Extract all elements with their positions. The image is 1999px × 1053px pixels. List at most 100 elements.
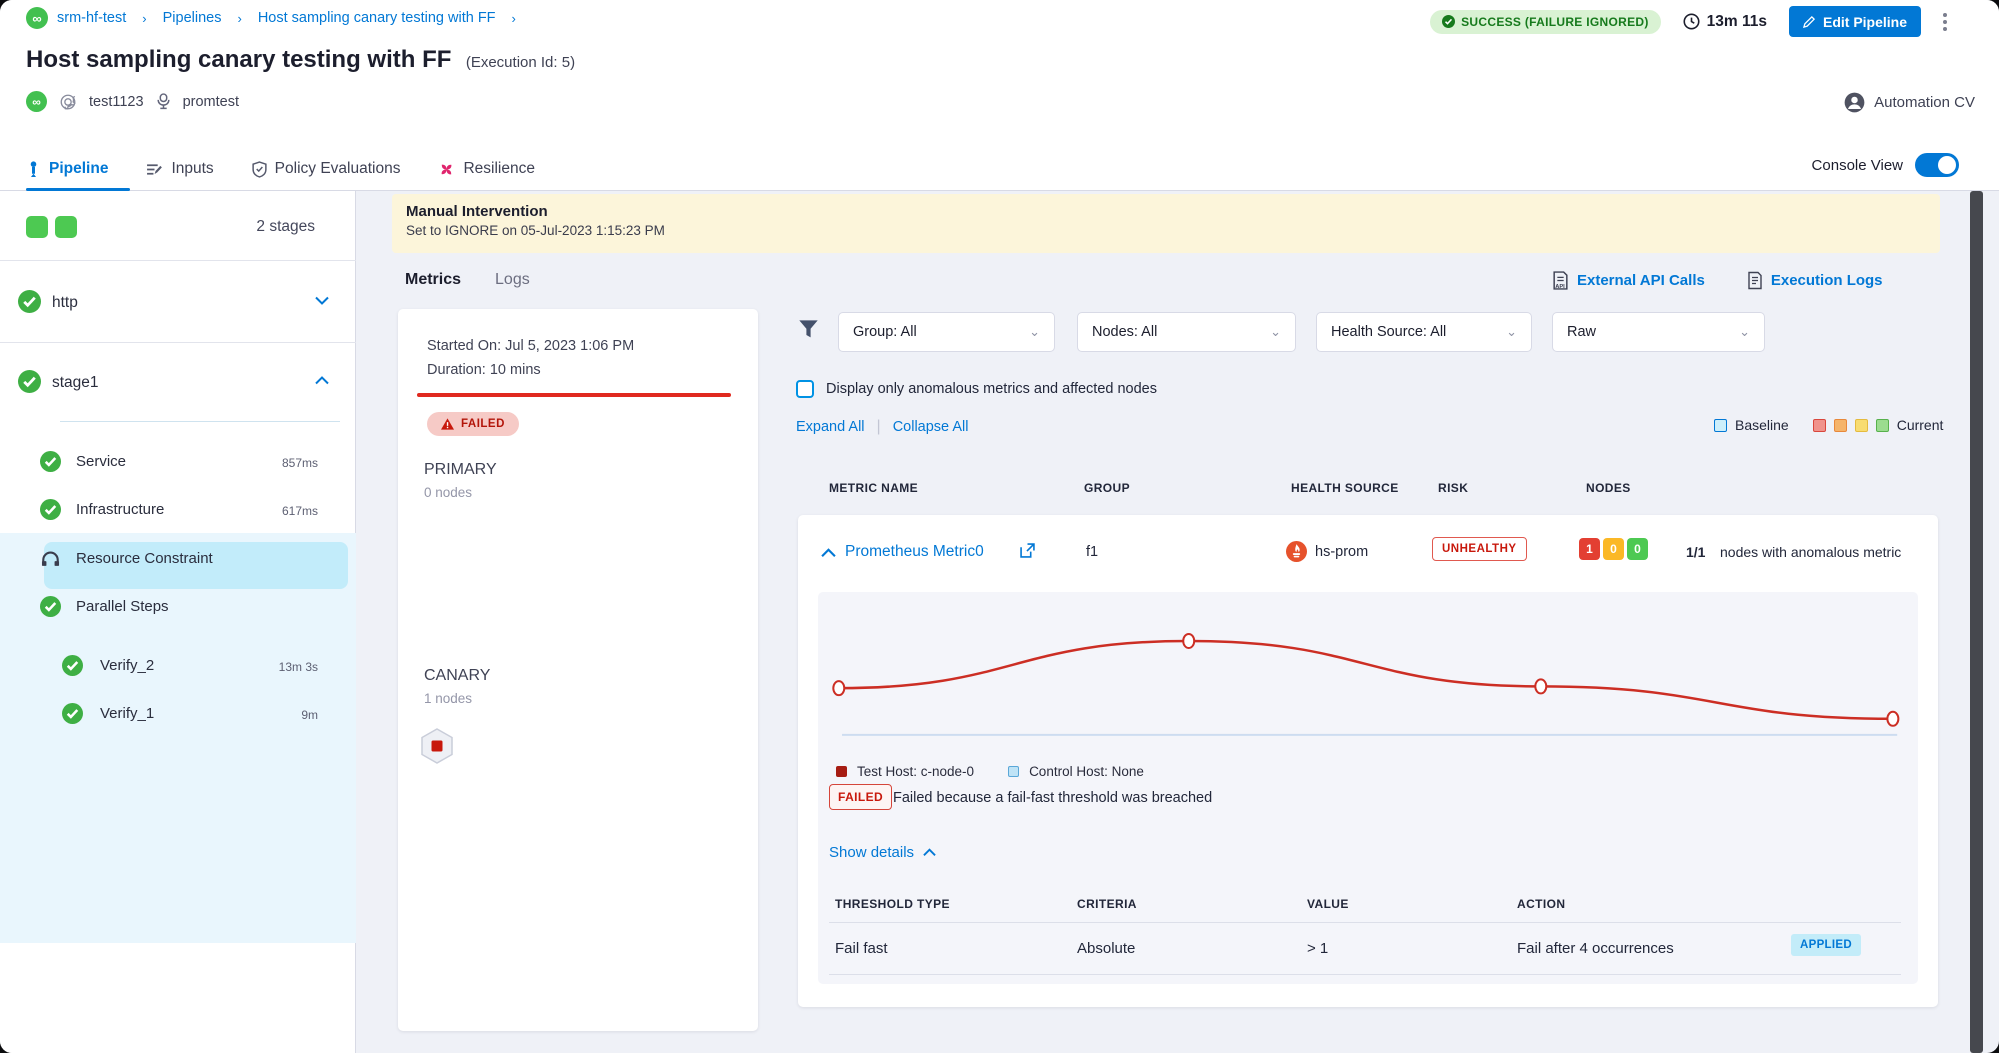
app-window: ∞ srm-hf-test › Pipelines › Host samplin… xyxy=(0,0,1999,1053)
breadcrumb-pipeline-name[interactable]: Host sampling canary testing with FF xyxy=(258,10,496,26)
metric-group: f1 xyxy=(1086,544,1098,560)
sidebar-step-resource-constraint[interactable]: Resource Constraint xyxy=(0,536,356,582)
tab-metrics[interactable]: Metrics xyxy=(405,271,461,289)
progress-bar-failed xyxy=(417,393,731,397)
collapse-metric-chevron-up-icon[interactable] xyxy=(821,548,836,558)
console-view-control: Console View xyxy=(1812,153,1959,177)
breadcrumb-separator: › xyxy=(142,11,146,26)
panel-tabs: Metrics Logs xyxy=(405,271,530,289)
collapse-all-link[interactable]: Collapse All xyxy=(893,419,969,435)
banner-title: Manual Intervention xyxy=(406,203,1926,220)
status-badge: SUCCESS (FAILURE IGNORED) xyxy=(1430,10,1661,34)
inputs-icon xyxy=(146,162,163,177)
pipeline-icon xyxy=(26,161,41,178)
chevron-down-icon: ⌄ xyxy=(1029,324,1040,340)
stage-count: 2 stages xyxy=(256,218,315,236)
manual-intervention-banner: Manual Intervention Set to IGNORE on 05-… xyxy=(392,194,1940,253)
expand-all-link[interactable]: Expand All xyxy=(796,419,865,435)
sidebar-stage-http[interactable]: http xyxy=(0,261,356,342)
breadcrumb-pipelines[interactable]: Pipelines xyxy=(163,10,222,26)
nodes-ratio-text: nodes with anomalous metric xyxy=(1720,544,1901,560)
sidebar-step-verify-2[interactable]: Verify_2 13m 3s xyxy=(0,643,356,689)
api-document-icon: API xyxy=(1552,271,1569,290)
tab-pipeline[interactable]: Pipeline xyxy=(26,147,108,191)
success-check-icon xyxy=(62,703,83,724)
col-nodes: NODES xyxy=(1586,481,1631,495)
console-view-toggle[interactable] xyxy=(1915,153,1959,177)
breadcrumb: ∞ srm-hf-test › Pipelines › Host samplin… xyxy=(26,7,523,29)
step-label: Service xyxy=(76,453,126,470)
main-content: Manual Intervention Set to IGNORE on 05-… xyxy=(356,191,1999,1053)
show-details-toggle[interactable]: Show details xyxy=(829,844,936,861)
sidebar-step-parallel-steps[interactable]: Parallel Steps xyxy=(0,584,356,630)
tab-resilience[interactable]: Resilience xyxy=(438,147,535,191)
execution-logs-link[interactable]: Execution Logs xyxy=(1747,271,1883,290)
step-duration: 617ms xyxy=(282,504,318,518)
baseline-legend-label: Baseline xyxy=(1735,417,1789,433)
success-check-icon xyxy=(18,370,41,393)
sidebar-step-service[interactable]: Service 857ms xyxy=(0,439,356,485)
page-title: Host sampling canary testing with FF (Ex… xyxy=(26,46,575,74)
stage-square-icon xyxy=(55,216,77,238)
success-check-icon xyxy=(40,451,61,472)
step-label: Parallel Steps xyxy=(76,598,169,615)
execution-id: (Execution Id: 5) xyxy=(466,54,575,71)
health-source-filter-dropdown[interactable]: Health Source: All⌄ xyxy=(1316,312,1532,352)
test-host-swatch xyxy=(836,766,847,777)
control-host-legend: Control Host: None xyxy=(1029,764,1144,779)
breadcrumb-project[interactable]: srm-hf-test xyxy=(57,10,126,26)
metric-detail-panel: Test Host: c-node-0 Control Host: None F… xyxy=(818,592,1918,984)
verification-duration: Duration: 10 mins xyxy=(427,358,541,382)
chart-markers xyxy=(833,634,1898,726)
step-label: Infrastructure xyxy=(76,501,164,518)
baseline-legend-swatch xyxy=(1714,419,1727,432)
tab-policy-evaluations[interactable]: Policy Evaluations xyxy=(252,147,401,191)
canary-label: CANARY xyxy=(424,667,490,685)
shield-check-icon xyxy=(252,161,267,178)
service-name: test1123 xyxy=(89,94,144,110)
vertical-scrollbar[interactable] xyxy=(1970,191,1983,1053)
data-mode-dropdown[interactable]: Raw⌄ xyxy=(1552,312,1765,352)
node-count-green: 0 xyxy=(1627,538,1648,560)
col-action: ACTION xyxy=(1517,897,1565,911)
sidebar-step-verify-1[interactable]: Verify_1 9m xyxy=(0,691,356,737)
pencil-icon xyxy=(1803,15,1816,28)
tab-inputs[interactable]: Inputs xyxy=(146,147,213,191)
anomalous-only-checkbox[interactable] xyxy=(796,380,814,398)
anomalous-only-label: Display only anomalous metrics and affec… xyxy=(826,381,1157,397)
triggered-by: Automation CV xyxy=(1844,92,1975,113)
stage-label: stage1 xyxy=(52,374,99,392)
console-view-label: Console View xyxy=(1812,157,1903,174)
primary-label: PRIMARY xyxy=(424,461,497,479)
edit-pipeline-button[interactable]: Edit Pipeline xyxy=(1789,6,1921,37)
criteria-cell: Absolute xyxy=(1077,940,1135,957)
chart-color-legend: Baseline Current xyxy=(1714,417,1943,433)
col-value: VALUE xyxy=(1307,897,1349,911)
node-risk-counts: 1 0 0 xyxy=(1579,538,1648,560)
analysis-failed-badge: FAILED xyxy=(829,784,892,810)
more-options-menu-icon[interactable] xyxy=(1943,13,1947,31)
chart-line xyxy=(839,641,1893,719)
current-green-swatch xyxy=(1876,419,1889,432)
gear-icon xyxy=(59,93,77,111)
step-duration: 13m 3s xyxy=(279,660,318,674)
sidebar-step-infrastructure[interactable]: Infrastructure 617ms xyxy=(0,487,356,533)
nodes-filter-dropdown[interactable]: Nodes: All⌄ xyxy=(1077,312,1296,352)
main-tabs: Pipeline Inputs Policy Evaluations Resil… xyxy=(26,147,535,191)
step-duration: 9m xyxy=(301,708,318,722)
threshold-row: Fail fast Absolute > 1 Fail after 4 occu… xyxy=(818,922,1918,974)
filter-funnel-icon[interactable] xyxy=(798,319,819,340)
group-filter-dropdown[interactable]: Group: All⌄ xyxy=(838,312,1055,352)
node-count-red: 1 xyxy=(1579,538,1600,560)
external-link-icon[interactable] xyxy=(1020,543,1035,558)
canary-node-hexagon[interactable] xyxy=(418,727,456,765)
prometheus-icon xyxy=(1286,541,1307,562)
current-legend-label: Current xyxy=(1897,417,1944,433)
tab-logs[interactable]: Logs xyxy=(495,271,530,289)
success-check-icon xyxy=(62,655,83,676)
sidebar-stage-stage1[interactable]: stage1 xyxy=(0,342,356,421)
external-api-calls-link[interactable]: API External API Calls xyxy=(1552,271,1705,290)
metric-name-link[interactable]: Prometheus Metric0 xyxy=(845,543,984,561)
page-header: ∞ srm-hf-test › Pipelines › Host samplin… xyxy=(0,0,1999,191)
chevron-down-icon: ⌄ xyxy=(1506,324,1517,340)
